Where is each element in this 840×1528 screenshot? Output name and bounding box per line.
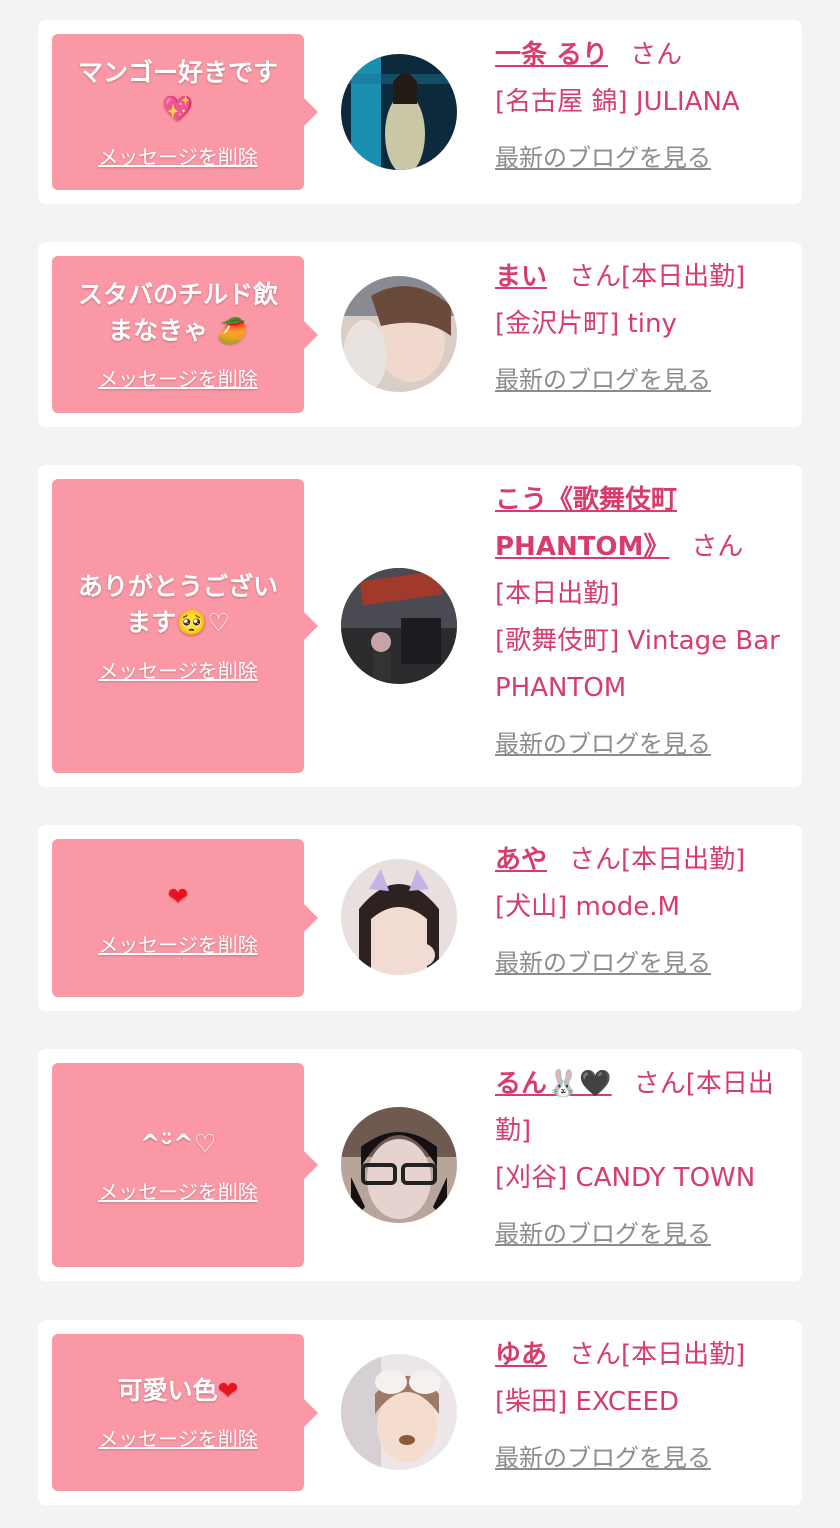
latest-blog-link[interactable]: 最新のブログを見る <box>495 1440 785 1476</box>
cast-name-link[interactable]: 一条 るり <box>495 40 608 70</box>
message-text-label: 可愛い色 <box>117 1376 218 1405</box>
profile-photo <box>341 1107 457 1223</box>
cast-info: まい さん[本日出勤] [金沢片町] tiny 最新のブログを見る <box>495 254 785 398</box>
message-bubble: ^ᵕ̈^♡ メッセージを削除 <box>52 1063 318 1267</box>
mango-emoji-icon: 🥭 <box>216 316 248 345</box>
message-text-label: ^ᵕ̈^♡ <box>139 1128 217 1158</box>
favorite-card: 可愛い色❤ メッセージを削除 ゆあ さん[本日出勤] [柴田] EXCEED 最新… <box>38 1320 802 1505</box>
shop-location: [歌舞伎町] Vintage Bar PHANTOM <box>495 626 780 703</box>
delete-message-link[interactable]: メッセージを削除 <box>98 141 258 170</box>
favorite-card: ^ᵕ̈^♡ メッセージを削除 るん🐰🖤 さん[本日出勤] [刈谷] CANDY T… <box>38 1049 802 1281</box>
honorific: さん <box>633 1069 686 1099</box>
red-heart-icon: ❤ <box>217 1376 239 1405</box>
honorific: さん <box>691 532 744 562</box>
honorific: さん <box>569 262 622 292</box>
shop-location: [刈谷] CANDY TOWN <box>495 1163 756 1193</box>
attendance-status: [本日出勤] <box>495 579 620 609</box>
message-text: マンゴー好きです 💖 <box>78 55 278 127</box>
latest-blog-link[interactable]: 最新のブログを見る <box>495 362 785 398</box>
shop-location: [柴田] EXCEED <box>495 1387 679 1417</box>
favorite-card: ありがとうございます🥺♡ メッセージを削除 こう《歌舞伎町PHANTOM》 さん … <box>38 465 802 787</box>
message-tail: ♡ <box>207 607 230 637</box>
message-bubble: 可愛い色❤ メッセージを削除 <box>52 1334 318 1491</box>
honorific: さん <box>569 845 622 875</box>
shop-location: [犬山] mode.M <box>495 892 680 922</box>
red-heart-icon: ❤ <box>167 881 189 911</box>
avatar[interactable] <box>341 54 457 170</box>
cast-info: あや さん[本日出勤] [犬山] mode.M 最新のブログを見る <box>495 837 785 981</box>
latest-blog-link[interactable]: 最新のブログを見る <box>495 945 785 981</box>
profile-photo <box>341 54 457 170</box>
avatar[interactable] <box>341 276 457 392</box>
attendance-status: [本日出勤] <box>621 845 746 875</box>
cast-name-link[interactable]: あや <box>495 845 547 875</box>
message-bubble: マンゴー好きです 💖 メッセージを削除 <box>52 34 318 190</box>
cast-info: こう《歌舞伎町PHANTOM》 さん [本日出勤] [歌舞伎町] Vintage … <box>495 477 785 762</box>
message-text: ^ᵕ̈^♡ <box>140 1126 217 1162</box>
avatar[interactable] <box>341 1107 457 1223</box>
avatar[interactable] <box>341 568 457 684</box>
delete-message-link[interactable]: メッセージを削除 <box>98 363 258 392</box>
profile-photo <box>341 568 457 684</box>
avatar[interactable] <box>341 859 457 975</box>
pleading-face-icon: 🥺 <box>176 607 208 637</box>
message-bubble: ❤ メッセージを削除 <box>52 839 318 997</box>
delete-message-link[interactable]: メッセージを削除 <box>98 1423 258 1452</box>
latest-blog-link[interactable]: 最新のブログを見る <box>495 1216 785 1252</box>
cast-info: るん🐰🖤 さん[本日出勤] [刈谷] CANDY TOWN 最新のブログを見る <box>495 1061 785 1252</box>
sparkling-heart-icon: 💖 <box>162 93 194 123</box>
delete-message-link[interactable]: メッセージを削除 <box>98 655 258 684</box>
delete-message-link[interactable]: メッセージを削除 <box>98 929 258 958</box>
favorite-card: スタバのチルド飲まなきゃ 🥭 メッセージを削除 まい さん[本日出勤] [金沢片町… <box>38 242 802 427</box>
delete-message-link[interactable]: メッセージを削除 <box>98 1176 258 1205</box>
cast-info: ゆあ さん[本日出勤] [柴田] EXCEED 最新のブログを見る <box>495 1332 785 1476</box>
message-text: ❤ <box>168 879 189 915</box>
cast-name-link[interactable]: ゆあ <box>495 1340 547 1370</box>
favorite-card: マンゴー好きです 💖 メッセージを削除 一条 るり さん [名古屋 錦] JULI… <box>38 20 802 204</box>
profile-photo <box>341 1354 457 1470</box>
cast-info: 一条 るり さん [名古屋 錦] JULIANA 最新のブログを見る <box>495 32 785 176</box>
honorific: さん <box>569 1340 622 1370</box>
latest-blog-link[interactable]: 最新のブログを見る <box>495 140 785 176</box>
cast-name-link[interactable]: るん🐰🖤 <box>495 1069 612 1099</box>
profile-photo <box>341 276 457 392</box>
attendance-status: [本日出勤] <box>621 262 746 292</box>
honorific: さん <box>630 40 683 70</box>
message-text-label: マンゴー好きです <box>77 57 278 87</box>
latest-blog-link[interactable]: 最新のブログを見る <box>495 726 785 762</box>
message-text: ありがとうございます🥺♡ <box>66 569 290 641</box>
message-text: スタバのチルド飲まなきゃ 🥭 <box>66 277 290 349</box>
message-bubble: ありがとうございます🥺♡ メッセージを削除 <box>52 479 318 773</box>
message-text: 可愛い色❤ <box>118 1373 239 1409</box>
shop-location: [名古屋 錦] JULIANA <box>495 87 740 117</box>
cast-name-link[interactable]: まい <box>495 262 547 292</box>
message-bubble: スタバのチルド飲まなきゃ 🥭 メッセージを削除 <box>52 256 318 413</box>
attendance-status: [本日出勤] <box>621 1340 746 1370</box>
avatar[interactable] <box>341 1354 457 1470</box>
favorite-card: ❤ メッセージを削除 あや さん[本日出勤] [犬山] mode.M 最新のブログ… <box>38 825 802 1011</box>
cast-name-link[interactable]: こう《歌舞伎町PHANTOM》 <box>495 485 677 562</box>
shop-location: [金沢片町] tiny <box>495 309 677 339</box>
profile-photo <box>341 859 457 975</box>
